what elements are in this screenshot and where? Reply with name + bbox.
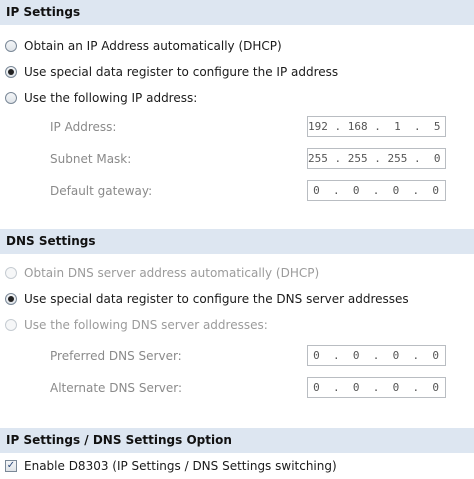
radio-button[interactable]: [5, 66, 17, 78]
ip-address-label: IP Address:: [50, 120, 117, 134]
radio-label: Use special data register to configure t…: [24, 292, 409, 306]
radio-ip-special-register[interactable]: Use special data register to configure t…: [0, 62, 338, 82]
radio-label: Use the following IP address:: [24, 91, 198, 105]
radio-button[interactable]: [5, 319, 17, 331]
preferred-dns-label: Preferred DNS Server:: [50, 349, 182, 363]
radio-button[interactable]: [5, 293, 17, 305]
radio-button[interactable]: [5, 40, 17, 52]
default-gateway-field[interactable]: 0 . 0 . 0 . 0: [307, 180, 446, 201]
preferred-dns-field[interactable]: 0 . 0 . 0 . 0: [307, 345, 446, 366]
alternate-dns-label: Alternate DNS Server:: [50, 381, 183, 395]
enable-d8303-option[interactable]: ✓ Enable D8303 (IP Settings / DNS Settin…: [0, 456, 337, 476]
radio-dns-dhcp[interactable]: Obtain DNS server address automatically …: [0, 263, 319, 283]
enable-d8303-checkbox[interactable]: ✓: [5, 460, 17, 472]
radio-button[interactable]: [5, 267, 17, 279]
radio-label: Use special data register to configure t…: [24, 65, 339, 79]
radio-label: Obtain DNS server address automatically …: [24, 266, 320, 280]
radio-button[interactable]: [5, 92, 17, 104]
subnet-mask-label: Subnet Mask:: [50, 152, 132, 166]
ip-dns-option-header: IP Settings / DNS Settings Option: [0, 428, 474, 453]
checkbox-label: Enable D8303 (IP Settings / DNS Settings…: [24, 459, 337, 473]
radio-ip-manual[interactable]: Use the following IP address:: [0, 88, 197, 108]
radio-dns-manual[interactable]: Use the following DNS server addresses:: [0, 315, 268, 335]
subnet-mask-field[interactable]: 255 . 255 . 255 . 0: [307, 148, 446, 169]
radio-dns-special-register[interactable]: Use special data register to configure t…: [0, 289, 409, 309]
radio-ip-dhcp[interactable]: Obtain an IP Address automatically (DHCP…: [0, 36, 282, 56]
dns-settings-header: DNS Settings: [0, 229, 474, 254]
radio-label: Obtain an IP Address automatically (DHCP…: [24, 39, 282, 53]
radio-label: Use the following DNS server addresses:: [24, 318, 268, 332]
default-gateway-label: Default gateway:: [50, 184, 153, 198]
ip-settings-header: IP Settings: [0, 0, 474, 25]
ip-address-field[interactable]: 192 . 168 . 1 . 5: [307, 116, 446, 137]
alternate-dns-field[interactable]: 0 . 0 . 0 . 0: [307, 377, 446, 398]
